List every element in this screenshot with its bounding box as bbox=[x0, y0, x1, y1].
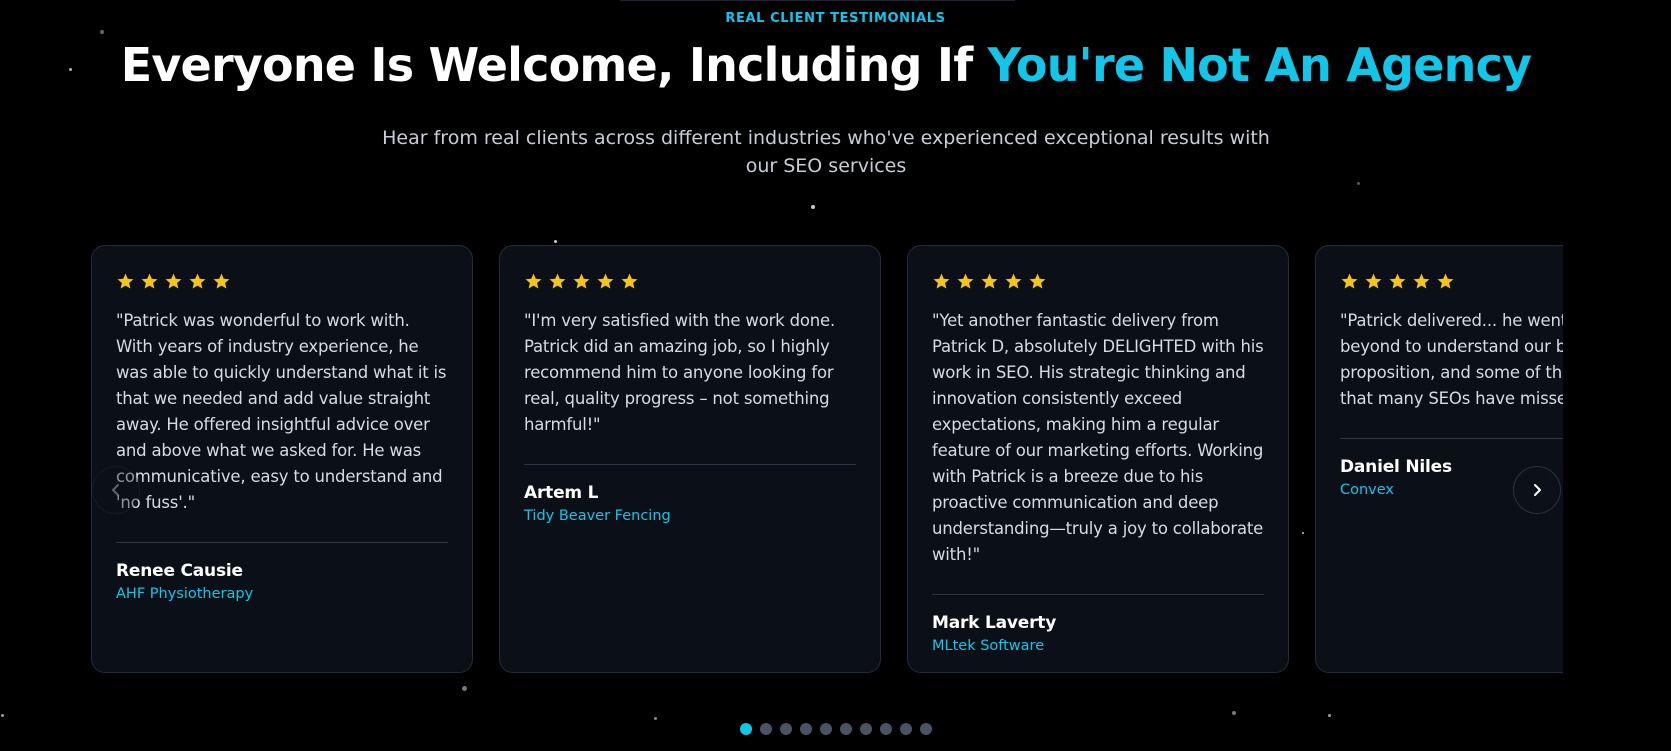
carousel-dot-5[interactable] bbox=[819, 723, 832, 735]
card-divider bbox=[116, 542, 448, 543]
testimonial-quote: "Patrick was wonderful to work with. Wit… bbox=[116, 311, 447, 512]
card-divider bbox=[1340, 438, 1563, 439]
star-icon bbox=[981, 273, 998, 289]
top-divider-line bbox=[620, 0, 1015, 1]
chevron-right-icon bbox=[1534, 484, 1541, 496]
star-icon bbox=[1005, 273, 1022, 289]
star-icon bbox=[141, 273, 158, 289]
chevron-left-icon bbox=[112, 484, 119, 496]
headline-white-text: Everyone Is Welcome, Including If bbox=[120, 38, 988, 92]
carousel-dot-9[interactable] bbox=[899, 723, 912, 735]
carousel-dot-4[interactable] bbox=[799, 723, 812, 735]
star-icon bbox=[117, 273, 134, 289]
star-icon bbox=[1389, 273, 1406, 289]
section-headline: Everyone Is Welcome, Including If You're… bbox=[0, 38, 1652, 92]
testimonial-carousel: "Patrick was wonderful to work with. Wit… bbox=[91, 244, 1563, 680]
star-dot bbox=[1, 714, 4, 717]
testimonial-author: Mark Laverty bbox=[932, 613, 1057, 633]
testimonial-author: Renee Causie bbox=[116, 561, 243, 581]
star-icon bbox=[1365, 273, 1382, 289]
card-divider bbox=[524, 464, 856, 465]
testimonial-quote: "Yet another fantastic delivery from Pat… bbox=[932, 311, 1264, 564]
star-dot bbox=[554, 240, 557, 243]
star-rating bbox=[932, 272, 1264, 292]
star-dot bbox=[1328, 714, 1331, 717]
testimonial-card: "Patrick was wonderful to work with. Wit… bbox=[91, 245, 473, 673]
carousel-pagination bbox=[0, 723, 1671, 735]
testimonial-card: "Yet another fantastic delivery from Pat… bbox=[907, 245, 1289, 673]
headline-accent-text: You're Not An Agency bbox=[987, 38, 1532, 92]
carousel-dot-7[interactable] bbox=[859, 723, 872, 735]
section-subheadline: Hear from real clients across different … bbox=[382, 127, 1270, 177]
carousel-dot-10[interactable] bbox=[919, 723, 932, 735]
star-icon bbox=[549, 273, 566, 289]
carousel-dot-8[interactable] bbox=[879, 723, 892, 735]
testimonial-company: Tidy Beaver Fencing bbox=[524, 508, 671, 524]
star-rating bbox=[1340, 272, 1563, 292]
star-dot bbox=[100, 30, 104, 34]
star-icon bbox=[1413, 273, 1430, 289]
card-divider bbox=[932, 594, 1264, 595]
star-dot bbox=[1232, 711, 1236, 715]
carousel-next-button[interactable] bbox=[1513, 466, 1561, 514]
testimonial-card: "Patrick delivered... he went above and … bbox=[1315, 245, 1563, 673]
star-rating bbox=[116, 272, 448, 292]
testimonial-quote: "I'm very satisfied with the work done. … bbox=[524, 311, 836, 434]
star-dot bbox=[811, 205, 815, 209]
carousel-dot-6[interactable] bbox=[839, 723, 852, 735]
star-dot bbox=[462, 686, 467, 691]
testimonials-section: REAL CLIENT TESTIMONIALS Everyone Is Wel… bbox=[0, 0, 1671, 751]
testimonial-company: AHF Physiotherapy bbox=[116, 586, 254, 602]
star-icon bbox=[573, 273, 590, 289]
testimonial-quote: "Patrick delivered... he went above and … bbox=[1340, 311, 1563, 408]
star-icon bbox=[189, 273, 206, 289]
testimonial-card: "I'm very satisfied with the work done. … bbox=[499, 245, 881, 673]
star-dot bbox=[1357, 182, 1360, 185]
star-icon bbox=[165, 273, 182, 289]
carousel-dot-1[interactable] bbox=[739, 723, 752, 735]
star-icon bbox=[213, 273, 230, 289]
star-dot bbox=[654, 717, 657, 720]
star-icon bbox=[621, 273, 638, 289]
testimonial-author: Artem L bbox=[524, 483, 599, 503]
carousel-dot-2[interactable] bbox=[759, 723, 772, 735]
star-icon bbox=[957, 273, 974, 289]
carousel-prev-button[interactable] bbox=[92, 466, 140, 514]
star-icon bbox=[1029, 273, 1046, 289]
star-icon bbox=[1341, 273, 1358, 289]
star-icon bbox=[933, 273, 950, 289]
star-rating bbox=[524, 272, 856, 292]
section-eyebrow: REAL CLIENT TESTIMONIALS bbox=[725, 11, 946, 26]
star-icon bbox=[597, 273, 614, 289]
star-icon bbox=[1437, 273, 1454, 289]
carousel-dot-3[interactable] bbox=[779, 723, 792, 735]
star-icon bbox=[525, 273, 542, 289]
testimonial-company: MLtek Software bbox=[932, 638, 1045, 654]
